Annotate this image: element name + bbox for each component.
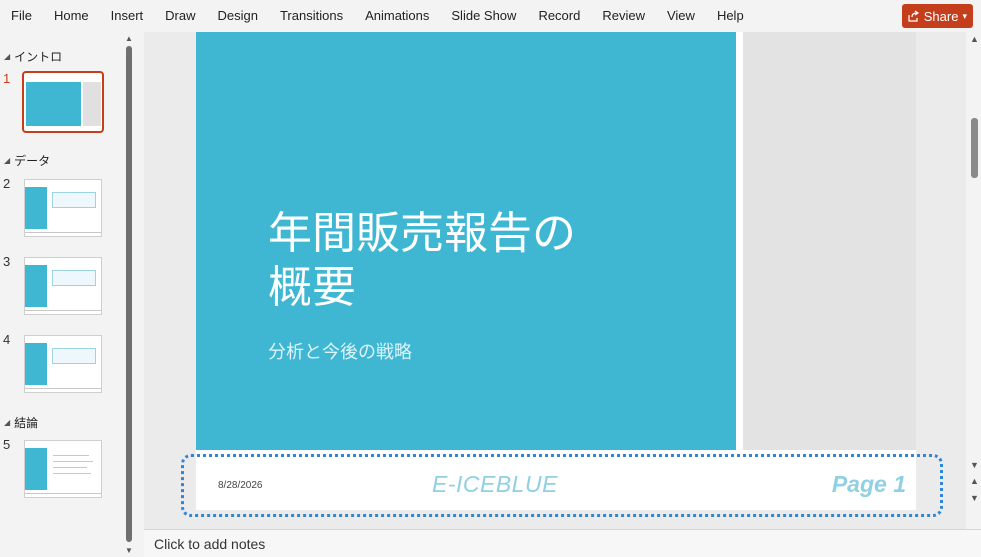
scrollbar-thumb[interactable] xyxy=(971,118,978,178)
collapse-triangle-icon: ◢ xyxy=(4,418,11,427)
collapse-triangle-icon: ◢ xyxy=(4,52,11,61)
menu-design[interactable]: Design xyxy=(207,0,269,32)
share-icon xyxy=(908,10,920,22)
slide-number: 2 xyxy=(3,176,11,191)
scroll-down-arrow-icon[interactable]: ▼ xyxy=(125,546,133,555)
slide-thumbnail-5[interactable] xyxy=(24,440,102,498)
slide-thumbnail-2[interactable] xyxy=(24,179,102,237)
slide-title[interactable]: 年間販売報告の 概要 xyxy=(268,207,688,315)
collapse-triangle-icon: ◢ xyxy=(4,156,11,165)
ribbon-menu-bar: File Home Insert Draw Design Transitions… xyxy=(0,0,981,32)
slide-subtitle[interactable]: 分析と今後の戦略 xyxy=(268,338,412,364)
scroll-up-arrow-icon[interactable]: ▲ xyxy=(970,34,979,44)
scrollbar-thumb[interactable] xyxy=(126,46,132,542)
menu-animations[interactable]: Animations xyxy=(354,0,440,32)
slide-thumbnail-1[interactable] xyxy=(22,71,104,133)
slide-thumbnail-4[interactable] xyxy=(24,335,102,393)
menu-record[interactable]: Record xyxy=(527,0,591,32)
slide-thumbnail-3[interactable] xyxy=(24,257,102,315)
menu-insert[interactable]: Insert xyxy=(100,0,155,32)
section-name: データ xyxy=(14,154,51,168)
section-header-intro[interactable]: ◢ イントロ xyxy=(4,48,62,65)
slide-number: 5 xyxy=(3,437,11,452)
menu-transitions[interactable]: Transitions xyxy=(269,0,354,32)
footer-highlight-outline xyxy=(181,454,943,517)
slide-number: 4 xyxy=(3,332,11,347)
share-button[interactable]: Share ▾ xyxy=(901,4,973,28)
editor-scrollbar[interactable]: ▲ ▼ ▲ ▼ xyxy=(968,32,981,529)
slide-number: 1 xyxy=(3,71,11,86)
menu-view[interactable]: View xyxy=(656,0,706,32)
slide-canvas[interactable]: 年間販売報告の 概要 分析と今後の戦略 8/28/2026 E-ICEBLUE … xyxy=(196,32,916,510)
thumbnails-scrollbar[interactable]: ▲ ▼ xyxy=(124,32,134,557)
slide-title-line: 概要 xyxy=(268,262,356,313)
slide-thumbnails-pane: ◢ イントロ 1 ◢ データ 2 3 4 ◢ 結論 5 xyxy=(0,32,122,557)
menu-slide-show[interactable]: Slide Show xyxy=(440,0,527,32)
menu-draw[interactable]: Draw xyxy=(154,0,206,32)
chevron-down-icon: ▾ xyxy=(962,10,967,21)
section-header-conclusion[interactable]: ◢ 結論 xyxy=(4,414,38,431)
menu-home[interactable]: Home xyxy=(43,0,100,32)
previous-slide-icon[interactable]: ▲ xyxy=(970,476,979,486)
scroll-up-arrow-icon[interactable]: ▲ xyxy=(125,34,133,43)
menu-help[interactable]: Help xyxy=(706,0,755,32)
slide-title-line: 年間販売報告の xyxy=(268,208,576,259)
scroll-down-arrow-icon[interactable]: ▼ xyxy=(970,460,979,470)
section-header-data[interactable]: ◢ データ xyxy=(4,152,50,169)
menu-file[interactable]: File xyxy=(0,0,43,32)
next-slide-icon[interactable]: ▼ xyxy=(970,493,979,503)
section-name: イントロ xyxy=(14,50,63,64)
slide-number: 3 xyxy=(3,254,11,269)
side-panel xyxy=(743,32,916,450)
menu-review[interactable]: Review xyxy=(591,0,656,32)
section-name: 結論 xyxy=(14,416,39,430)
share-label: Share xyxy=(923,8,959,24)
notes-pane[interactable]: Click to add notes xyxy=(144,529,981,557)
